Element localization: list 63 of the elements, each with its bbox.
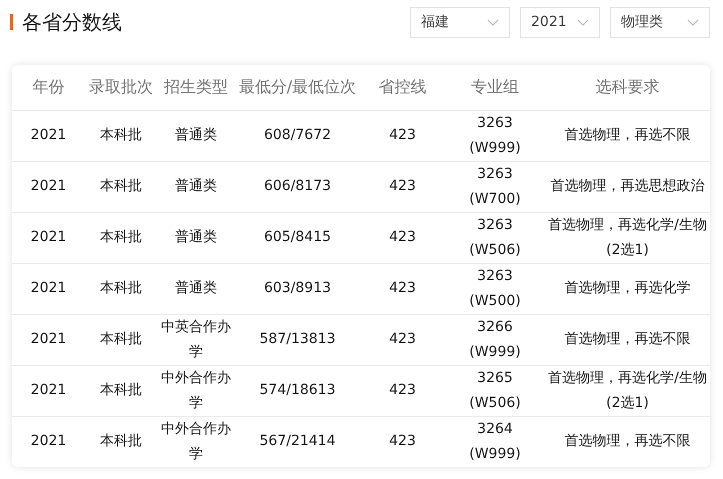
table-cell: 本科批 [100,433,142,450]
table-cell: 本科批 [100,331,142,347]
column-header: 录取批次 [89,77,153,96]
table-cell: 首选物理，再选不限 [564,127,690,143]
table-cell: 中外合作办学 [161,420,231,462]
table-cell: 2021 [30,382,66,398]
column-header: 最低分/最低位次 [238,77,356,96]
table-cell: 首选物理，再选化学/生物(2选1) [548,216,707,258]
table-cell: 2021 [30,433,66,450]
table-cell: 574/18613 [260,382,336,398]
table-cell: 本科批 [100,178,142,194]
column-header: 选科要求 [596,77,660,96]
table-cell: 本科批 [100,229,142,245]
table-cell: 首选物理，再选思想政治 [550,178,704,194]
table-cell: 首选物理，再选不限 [564,433,690,450]
table-cell: 中外合作办学 [161,370,231,410]
table-cell-text: 3266 (W999) [468,318,522,362]
table-cell: 2021 [30,229,66,245]
table-cell: 605/8415 [264,229,332,245]
table-cell: 423 [389,178,416,194]
table-cell: 普通类 [175,229,217,245]
chevron-down-icon [487,18,499,26]
column-header: 专业组 [471,77,519,96]
table-cell: 普通类 [175,127,217,143]
table-cell: 606/8173 [264,178,332,194]
filter-dropdown[interactable]: 物理类 [610,6,710,38]
table-cell: 2021 [30,331,66,347]
table-cell: 423 [389,280,416,296]
filter-dropdown[interactable]: 2021 [520,6,600,38]
table-cell: 首选物理，再选化学 [564,280,690,296]
table-cell: 423 [389,382,416,398]
table-cell: 608/7672 [264,127,332,143]
table-cell: 423 [389,331,416,347]
table-cell: 普通类 [175,280,217,296]
column-header: 招生类型 [164,77,228,96]
table-cell: 首选物理，再选化学/生物(2选1) [548,370,707,410]
filter-dropdown[interactable]: 福建 [410,6,510,38]
table-cell: 2021 [30,127,66,143]
table-cell: 2021 [30,178,66,194]
table-cell: 首选物理，再选不限 [564,331,690,347]
table-cell: 2021 [30,280,66,296]
table-cell: 中英合作办学 [161,318,231,360]
table-cell: 本科批 [100,127,142,143]
table-cell: 423 [389,229,416,245]
table-cell: 587/13813 [260,331,336,347]
table-cell: 本科批 [100,280,142,296]
table-cell-text: 3263 (W500) [468,266,522,310]
table-cell-text: 3263 (W999) [468,114,522,158]
table-cell-text: 3264 (W999) [468,420,522,464]
table-cell: 567/21414 [260,433,336,450]
chevron-down-icon [577,18,589,26]
table-cell: 423 [389,127,416,143]
table-cell: 423 [389,433,416,450]
table-cell: 普通类 [175,178,217,194]
table-cell: 本科批 [100,382,142,398]
table-cell-text: 3263 (W506) [468,216,522,260]
table-cell-text: 3263 (W700) [468,164,522,208]
table-cell-text: 3265 (W506) [468,368,522,412]
page-title: 各省分数线 [22,9,123,36]
column-header: 年份 [32,77,64,96]
chevron-down-icon [687,18,699,26]
column-header: 省控线 [378,77,426,96]
table-cell: 603/8913 [264,280,332,296]
